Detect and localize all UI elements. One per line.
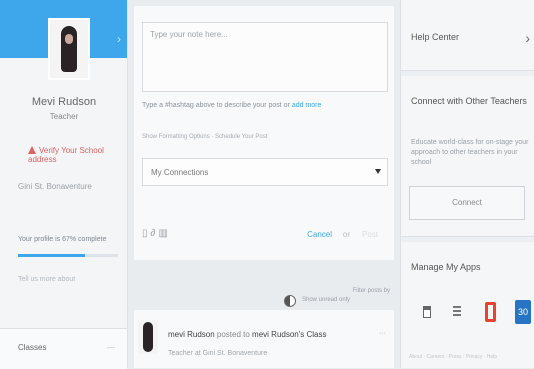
post-button[interactable]: Post xyxy=(362,230,378,239)
office-app-icon[interactable] xyxy=(483,300,499,324)
verify-school-label: Verify Your School address xyxy=(28,146,104,164)
profile-completion-bar xyxy=(18,254,118,257)
classes-label: Classes xyxy=(18,343,47,352)
chevron-right-icon: › xyxy=(525,30,530,46)
manage-apps-title[interactable]: Manage My Apps xyxy=(411,262,481,272)
connections-select-value: My Connections xyxy=(151,168,209,177)
cancel-button[interactable]: Cancel xyxy=(307,230,332,239)
post-target-link[interactable]: mevi Rudson's Class xyxy=(252,330,326,339)
or-separator: or xyxy=(342,230,350,239)
help-center-panel[interactable]: Help Center › xyxy=(401,0,534,71)
avatar[interactable] xyxy=(48,18,90,80)
post-verb: posted to xyxy=(214,330,253,339)
post-menu-icon[interactable]: ··· xyxy=(379,330,386,337)
note-input[interactable]: Type your note here... xyxy=(142,22,388,92)
filter-posts-link[interactable]: Filter posts by xyxy=(353,288,390,294)
verify-school-link[interactable]: Verify Your School address xyxy=(28,146,127,164)
connections-select[interactable]: My Connections xyxy=(142,158,388,186)
manage-apps-panel: Manage My Apps 30 About · Careers · Pres… xyxy=(401,242,534,368)
tell-more-link[interactable]: Tell us more about xyxy=(18,276,75,283)
avatar-hair xyxy=(61,26,77,72)
classes-section[interactable]: Classes — xyxy=(0,328,127,369)
add-more-link[interactable]: add more xyxy=(292,102,322,109)
help-center-title: Help Center xyxy=(411,32,460,42)
connect-button[interactable]: Connect xyxy=(409,186,525,220)
calendar-day: 30 xyxy=(515,300,531,324)
school-name[interactable]: Gini St. Bonaventure xyxy=(18,182,92,191)
hashtag-hint: Type a #hashtag above to describe your p… xyxy=(142,102,388,109)
feed-filter-bar: Filter posts by Show unread only xyxy=(134,268,394,308)
formatting-options-link[interactable]: Show Formatting Options · Schedule Your … xyxy=(142,134,267,140)
feed-post: mevi Rudson posted to mevi Rudson's Clas… xyxy=(134,310,394,368)
profile-sidebar: › Mevi Rudson Teacher Verify Your School… xyxy=(0,0,128,369)
office-glyph xyxy=(485,302,496,322)
link-icon[interactable]: ∂ xyxy=(151,228,159,239)
file-icon[interactable]: ▯ xyxy=(142,228,151,239)
calculator-glyph xyxy=(423,306,431,318)
app-list: 30 xyxy=(411,300,534,326)
main-feed: Type your note here... Type a #hashtag a… xyxy=(128,0,400,368)
calendar-app-icon[interactable]: 30 xyxy=(515,300,531,324)
chevron-right-icon[interactable]: › xyxy=(117,32,121,46)
profile-role: Teacher xyxy=(49,112,79,121)
calculator-app-icon[interactable] xyxy=(419,300,435,324)
connect-teachers-title: Connect with Other Teachers xyxy=(411,96,527,106)
notes-app-icon[interactable] xyxy=(449,300,465,324)
caret-down-icon xyxy=(375,169,381,174)
unread-toggle-label: Show unread only xyxy=(302,297,351,303)
library-icon[interactable]: ▥ xyxy=(158,228,170,239)
profile-completion-label: Your profile is 67% complete xyxy=(18,236,107,243)
post-author-avatar[interactable] xyxy=(138,320,158,354)
post-author-link[interactable]: mevi Rudson xyxy=(168,330,215,339)
classes-toggle-icon[interactable]: — xyxy=(107,343,115,352)
connect-teachers-desc: Educate world-class for on-stage your ap… xyxy=(411,139,529,166)
avatar-face xyxy=(65,34,73,44)
notes-glyph xyxy=(453,306,461,318)
post-author-avatar-hair xyxy=(143,322,153,352)
right-sidebar: Help Center › Connect with Other Teacher… xyxy=(400,0,534,368)
post-author-subline: Teacher at Gini St. Bonaventure xyxy=(168,350,268,357)
hashtag-hint-text: Type a #hashtag above to describe your p… xyxy=(142,102,292,109)
attachment-tools: ▯∂▥ xyxy=(142,228,171,239)
post-composer: Type your note here... Type a #hashtag a… xyxy=(134,6,394,260)
profile-name[interactable]: Mevi Rudson xyxy=(0,96,128,108)
footer-links[interactable]: About · Careers · Press · Privacy · Help xyxy=(409,354,497,360)
connect-teachers-panel: Connect with Other Teachers Educate worl… xyxy=(401,76,534,237)
profile-completion-fill xyxy=(18,254,85,257)
warning-icon xyxy=(28,146,36,154)
post-header: mevi Rudson posted to mevi Rudson's Clas… xyxy=(168,330,327,339)
unread-toggle-icon[interactable] xyxy=(284,295,296,307)
